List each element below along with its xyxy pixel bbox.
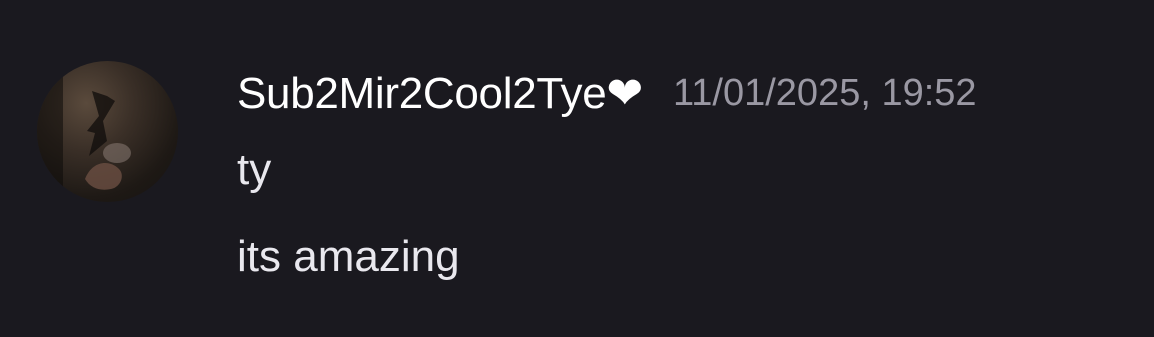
user-avatar[interactable]: [37, 61, 178, 202]
chat-message: Sub2Mir2Cool2Tye❤︎ 11/01/2025, 19:52 ty …: [0, 0, 1154, 337]
message-timestamp: 11/01/2025, 19:52: [672, 71, 977, 114]
message-header: Sub2Mir2Cool2Tye❤︎ 11/01/2025, 19:52: [237, 62, 977, 124]
avatar-photo-icon: [37, 61, 131, 202]
message-line: ty: [237, 145, 272, 194]
username[interactable]: Sub2Mir2Cool2Tye❤︎: [237, 68, 643, 119]
message-line: its amazing: [237, 232, 460, 281]
